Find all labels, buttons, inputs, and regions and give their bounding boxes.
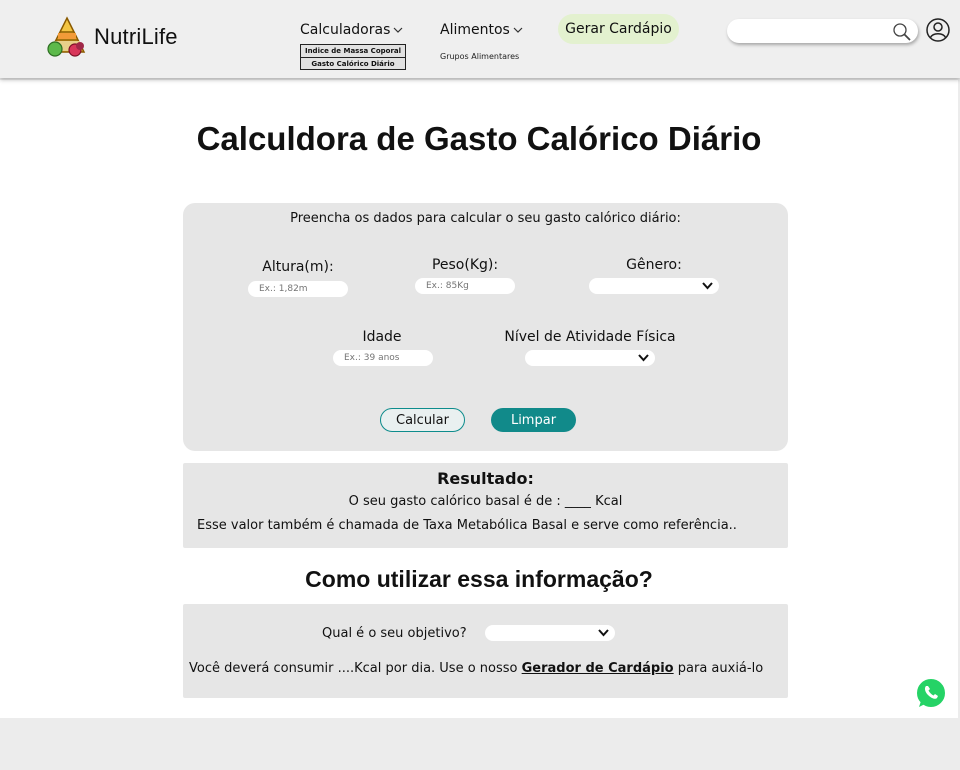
activity-label: Nível de Atividade Física bbox=[504, 329, 676, 345]
height-input[interactable] bbox=[248, 281, 348, 297]
food-pyramid-logo-icon bbox=[47, 16, 86, 57]
gender-select[interactable] bbox=[589, 278, 719, 294]
whatsapp-icon[interactable] bbox=[914, 676, 948, 710]
result-line-tmb: Esse valor também é chamada de Taxa Meta… bbox=[197, 518, 737, 533]
nav-calculators[interactable]: Calculadoras bbox=[300, 22, 403, 38]
weight-label: Peso(Kg): bbox=[431, 257, 499, 273]
search-input[interactable] bbox=[727, 19, 918, 43]
chevron-down-icon bbox=[702, 282, 713, 290]
age-label: Idade bbox=[362, 329, 402, 345]
user-account-icon[interactable] bbox=[926, 18, 950, 42]
footer bbox=[0, 718, 960, 770]
brand-name: NutriLife bbox=[94, 24, 178, 49]
result-heading: Resultado: bbox=[437, 469, 534, 488]
chevron-down-icon bbox=[393, 27, 403, 33]
chevron-down-icon bbox=[638, 354, 649, 362]
generate-menu-button[interactable]: Gerar Cardápio bbox=[558, 14, 679, 44]
submenu-item-imc[interactable]: Indice de Massa Coporal bbox=[301, 45, 405, 58]
calculate-button[interactable]: Calcular bbox=[380, 408, 465, 432]
logo[interactable]: NutriLife bbox=[46, 16, 178, 58]
usage-heading: Como utilizar essa informação? bbox=[305, 566, 653, 592]
height-label: Altura(m): bbox=[262, 259, 334, 275]
gender-label: Gênero: bbox=[626, 257, 682, 273]
usage-sentence: Você deverá consumir ....Kcal por dia. U… bbox=[189, 661, 763, 676]
menu-generator-link[interactable]: Gerador de Cardápio bbox=[522, 661, 674, 676]
nav-foods-label: Alimentos bbox=[440, 22, 510, 38]
chevron-down-icon bbox=[513, 27, 523, 33]
clear-button[interactable]: Limpar bbox=[491, 408, 576, 432]
search-icon[interactable] bbox=[892, 22, 912, 42]
activity-select[interactable] bbox=[525, 350, 655, 366]
chevron-down-icon bbox=[598, 629, 609, 637]
usage-panel bbox=[183, 604, 788, 698]
submenu-item-food-groups[interactable]: Grupos Alimentares bbox=[440, 52, 519, 61]
calculator-form-panel bbox=[183, 203, 788, 451]
weight-input[interactable] bbox=[415, 278, 515, 294]
nav-calculators-label: Calculadoras bbox=[300, 22, 391, 38]
calculators-submenu: Indice de Massa Coporal Gasto Calórico D… bbox=[300, 44, 406, 70]
usage-text-after: para auxiá-lo bbox=[673, 661, 764, 676]
form-intro: Preencha os dados para calcular o seu ga… bbox=[290, 211, 681, 226]
nav-foods[interactable]: Alimentos bbox=[440, 22, 523, 38]
top-header: NutriLife Calculadoras Indice de Massa C… bbox=[0, 0, 960, 78]
submenu-item-calorie[interactable]: Gasto Calórico Diário bbox=[301, 58, 405, 70]
objective-question: Qual é o seu objetivo? bbox=[322, 626, 467, 641]
result-line-basal: O seu gasto calórico basal é de : ____ K… bbox=[348, 494, 623, 509]
page: NutriLife Calculadoras Indice de Massa C… bbox=[0, 0, 960, 770]
usage-text-before: Você deverá consumir ....Kcal por dia. U… bbox=[189, 661, 522, 676]
page-title: Calculdora de Gasto Calórico Diário bbox=[196, 120, 762, 157]
age-input[interactable] bbox=[333, 350, 433, 366]
objective-select[interactable] bbox=[485, 625, 615, 641]
